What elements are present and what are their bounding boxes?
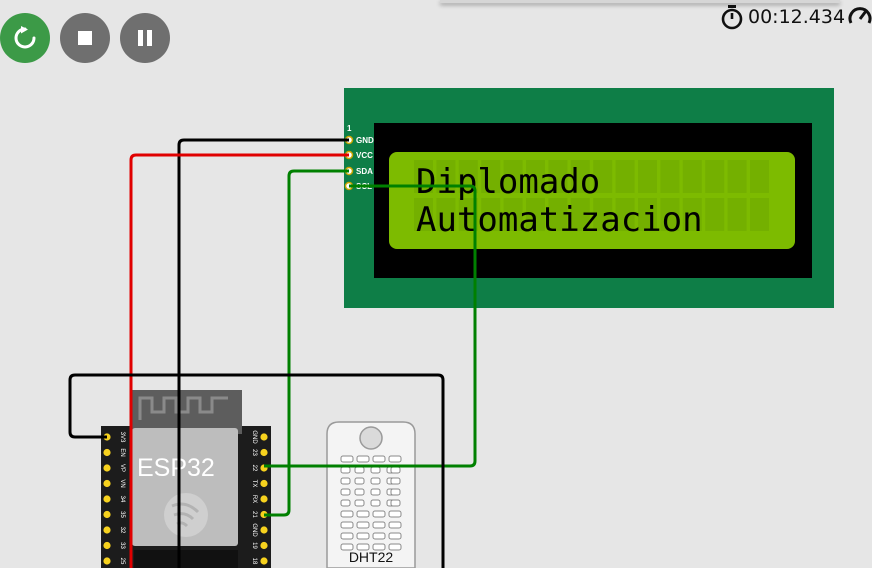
lcd-pin-label: GND <box>356 136 374 145</box>
dht22-vent <box>340 466 351 474</box>
dht22-vent <box>390 499 401 507</box>
dht22-vent <box>388 455 402 463</box>
dht22-mount-hole <box>359 426 383 450</box>
dht22-vent <box>390 477 401 485</box>
lcd-pin-label: SDA <box>356 167 373 176</box>
esp32-pin-label: GND <box>251 430 257 444</box>
dht22-vent <box>354 466 365 474</box>
dht22-vent <box>354 477 365 485</box>
esp32-pin[interactable] <box>103 557 111 565</box>
lcd-module[interactable]: Diplomado Automatizacion 1 GND VCC SDA S… <box>344 88 834 308</box>
esp32-bottom-header <box>134 550 238 568</box>
dht22-vent <box>388 521 402 529</box>
esp32-pin-label: 18 <box>251 558 257 565</box>
dht22-vent <box>340 521 354 529</box>
esp32-pin-label: 33 <box>119 542 125 549</box>
esp32-pin[interactable] <box>103 464 111 472</box>
dht22-sensor[interactable]: DHT22 <box>326 421 416 568</box>
lcd-line-2: Automatizacion <box>416 200 703 240</box>
esp32-pin-label: 22 <box>251 465 257 472</box>
esp32-pin[interactable] <box>260 541 268 550</box>
dht22-vent <box>340 499 351 507</box>
dht22-vent <box>340 477 351 485</box>
esp32-label: ESP32 <box>137 454 215 482</box>
esp32-pin-label: 23 <box>251 449 257 456</box>
dht22-vent <box>370 477 381 485</box>
dht22-vent <box>372 510 386 518</box>
esp32-pin[interactable] <box>260 557 268 565</box>
esp32-pin-label: 35 <box>119 511 125 518</box>
espressif-logo-icon <box>164 493 208 537</box>
lcd-line-1: Diplomado <box>416 162 600 202</box>
esp32-pin-label: EN <box>119 448 125 456</box>
esp32-pin-label: TX <box>251 480 257 488</box>
esp32-pin-label: 25 <box>119 558 125 565</box>
dht22-vent <box>340 510 354 518</box>
esp32-pin-label: GND <box>251 523 257 537</box>
esp32-pin-label: 21 <box>251 511 257 518</box>
dht22-vent <box>370 488 381 496</box>
esp32-pin[interactable] <box>103 510 111 519</box>
dht22-vent <box>356 521 370 529</box>
esp32-pin[interactable] <box>260 448 268 457</box>
esp32-pin-label: VN <box>119 479 125 487</box>
dht22-vent <box>356 532 370 540</box>
dht22-vent <box>356 455 370 463</box>
esp32-pin[interactable] <box>103 526 111 534</box>
dht22-vent <box>370 466 381 474</box>
esp32-pin[interactable] <box>103 541 111 550</box>
esp32-pin[interactable] <box>260 433 268 441</box>
dht22-vent <box>354 499 365 507</box>
lcd-cell <box>660 160 680 193</box>
lcd-pin1-label: 1 <box>347 124 352 133</box>
dht22-vent <box>390 466 401 474</box>
dht22-vent <box>372 521 386 529</box>
lcd-cell <box>705 198 725 231</box>
esp32-pin-label: RX <box>251 495 257 503</box>
lcd-cell <box>750 160 769 193</box>
dht22-vent <box>390 488 401 496</box>
dht22-vent <box>340 532 354 540</box>
esp32-pin-label: 32 <box>119 527 125 534</box>
esp32-pin-label: 19 <box>251 542 257 549</box>
esp32-pin[interactable] <box>260 526 268 534</box>
esp32-pin[interactable] <box>103 448 111 457</box>
dht22-vent <box>372 532 386 540</box>
dht22-vent <box>388 532 402 540</box>
lcd-cell <box>727 160 747 193</box>
lcd-cell <box>638 160 657 193</box>
dht22-vent <box>340 455 354 463</box>
esp32-pin[interactable] <box>103 479 111 488</box>
esp32-board[interactable]: ESP32 3V3 EN VP VN 34 35 32 33 25 GND 23 22 TX RX 21 G… <box>101 390 271 568</box>
lcd-cell <box>615 160 635 193</box>
dht22-vent <box>370 499 381 507</box>
lcd-pin-label: VCC <box>356 151 373 160</box>
lcd-cell <box>750 198 769 231</box>
esp32-pin-label: 34 <box>119 496 125 503</box>
lcd-cell <box>727 198 747 231</box>
lcd-cell <box>705 160 725 193</box>
esp32-pin[interactable] <box>260 495 268 503</box>
dht22-vent <box>372 455 386 463</box>
circuit-canvas[interactable]: Diplomado Automatizacion 1 GND VCC SDA S… <box>0 0 872 568</box>
esp32-pin-label: VP <box>119 464 125 472</box>
dht22-vent <box>388 510 402 518</box>
dht22-vent <box>356 510 370 518</box>
dht22-vent <box>354 488 365 496</box>
dht22-vent <box>340 488 351 496</box>
lcd-cell <box>682 160 702 193</box>
dht22-label: DHT22 <box>349 549 394 565</box>
esp32-pin[interactable] <box>103 495 111 503</box>
esp32-pin-label: 3V3 <box>119 432 125 443</box>
esp32-pin[interactable] <box>260 479 268 488</box>
